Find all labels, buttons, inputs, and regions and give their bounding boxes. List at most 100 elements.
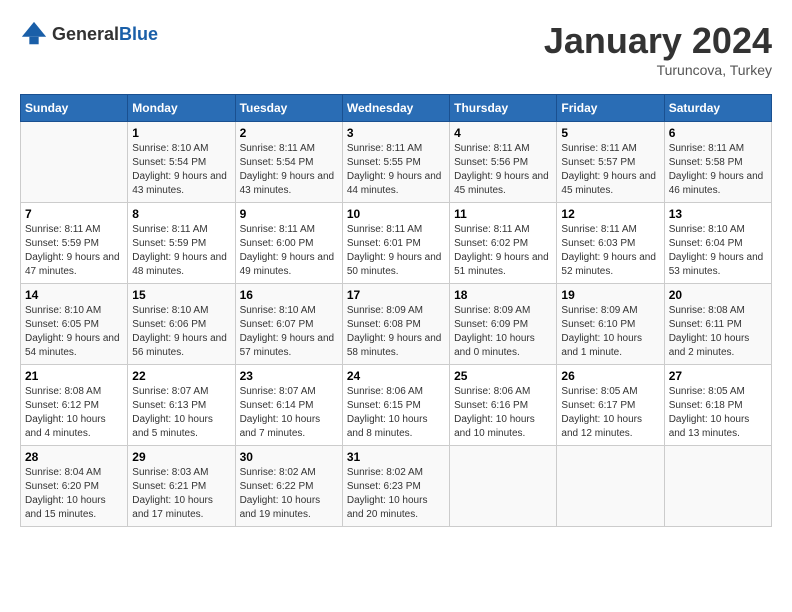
day-info: Sunrise: 8:10 AM Sunset: 6:07 PM Dayligh… <box>240 304 338 360</box>
day-info: Sunrise: 8:11 AM Sunset: 5:58 PM Dayligh… <box>669 142 767 198</box>
day-number: 24 <box>347 369 445 383</box>
month-title: January 2024 <box>544 20 772 62</box>
weekday-header-saturday: Saturday <box>664 95 771 122</box>
day-info: Sunrise: 8:10 AM Sunset: 6:06 PM Dayligh… <box>132 304 230 360</box>
day-number: 10 <box>347 207 445 221</box>
day-number: 19 <box>561 288 659 302</box>
day-info: Sunrise: 8:11 AM Sunset: 5:59 PM Dayligh… <box>25 223 123 279</box>
calendar-cell: 1Sunrise: 8:10 AM Sunset: 5:54 PM Daylig… <box>128 122 235 203</box>
logo-icon <box>20 20 48 48</box>
day-number: 7 <box>25 207 123 221</box>
calendar-cell: 30Sunrise: 8:02 AM Sunset: 6:22 PM Dayli… <box>235 446 342 527</box>
calendar-cell: 24 Sunrise: 8:06 AM Sunset: 6:15 PM Dayli… <box>342 365 449 446</box>
logo-text: GeneralBlue <box>52 24 158 45</box>
day-number: 6 <box>669 126 767 140</box>
calendar-cell: 23Sunrise: 8:07 AM Sunset: 6:14 PM Dayli… <box>235 365 342 446</box>
day-info: Sunrise: 8:11 AM Sunset: 6:00 PM Dayligh… <box>240 223 338 279</box>
calendar-week-row: 28 Sunrise: 8:04 AM Sunset: 6:20 PM Dayli… <box>21 446 772 527</box>
day-number: 12 <box>561 207 659 221</box>
day-number: 20 <box>669 288 767 302</box>
day-number: 4 <box>454 126 552 140</box>
day-number: 17 <box>347 288 445 302</box>
weekday-header-thursday: Thursday <box>450 95 557 122</box>
day-info: Sunrise: 8:04 AM Sunset: 6:20 PM Dayligh… <box>25 466 123 522</box>
calendar-cell: 7 Sunrise: 8:11 AM Sunset: 5:59 PM Daylig… <box>21 203 128 284</box>
calendar-cell: 20 Sunrise: 8:08 AM Sunset: 6:11 PM Dayli… <box>664 284 771 365</box>
day-number: 1 <box>132 126 230 140</box>
day-number: 2 <box>240 126 338 140</box>
day-info: Sunrise: 8:06 AM Sunset: 6:16 PM Dayligh… <box>454 385 552 441</box>
calendar-cell: 14Sunrise: 8:10 AM Sunset: 6:05 PM Dayli… <box>21 284 128 365</box>
day-info: Sunrise: 8:09 AM Sunset: 6:10 PM Dayligh… <box>561 304 659 360</box>
calendar-cell: 2 Sunrise: 8:11 AM Sunset: 5:54 PM Daylig… <box>235 122 342 203</box>
calendar-cell: 31 Sunrise: 8:02 AM Sunset: 6:23 PM Dayli… <box>342 446 449 527</box>
calendar-cell: 22Sunrise: 8:07 AM Sunset: 6:13 PM Dayli… <box>128 365 235 446</box>
weekday-header-sunday: Sunday <box>21 95 128 122</box>
day-info: Sunrise: 8:11 AM Sunset: 5:56 PM Dayligh… <box>454 142 552 198</box>
day-number: 5 <box>561 126 659 140</box>
day-info: Sunrise: 8:10 AM Sunset: 6:05 PM Dayligh… <box>25 304 123 360</box>
day-number: 25 <box>454 369 552 383</box>
calendar-cell: 5 Sunrise: 8:11 AM Sunset: 5:57 PM Daylig… <box>557 122 664 203</box>
calendar-cell: 3 Sunrise: 8:11 AM Sunset: 5:55 PM Daylig… <box>342 122 449 203</box>
calendar-cell: 6 Sunrise: 8:11 AM Sunset: 5:58 PM Daylig… <box>664 122 771 203</box>
day-info: Sunrise: 8:08 AM Sunset: 6:11 PM Dayligh… <box>669 304 767 360</box>
calendar-cell: 21Sunrise: 8:08 AM Sunset: 6:12 PM Dayli… <box>21 365 128 446</box>
weekday-header-tuesday: Tuesday <box>235 95 342 122</box>
day-number: 27 <box>669 369 767 383</box>
day-number: 16 <box>240 288 338 302</box>
day-info: Sunrise: 8:09 AM Sunset: 6:09 PM Dayligh… <box>454 304 552 360</box>
calendar-cell: 16 Sunrise: 8:10 AM Sunset: 6:07 PM Dayli… <box>235 284 342 365</box>
calendar-cell: 28 Sunrise: 8:04 AM Sunset: 6:20 PM Dayli… <box>21 446 128 527</box>
day-number: 3 <box>347 126 445 140</box>
weekday-header-friday: Friday <box>557 95 664 122</box>
calendar-cell: 27 Sunrise: 8:05 AM Sunset: 6:18 PM Dayli… <box>664 365 771 446</box>
calendar-cell: 8Sunrise: 8:11 AM Sunset: 5:59 PM Daylig… <box>128 203 235 284</box>
calendar-week-row: 7 Sunrise: 8:11 AM Sunset: 5:59 PM Daylig… <box>21 203 772 284</box>
day-number: 9 <box>240 207 338 221</box>
calendar-table: SundayMondayTuesdayWednesdayThursdayFrid… <box>20 94 772 527</box>
calendar-cell: 18 Sunrise: 8:09 AM Sunset: 6:09 PM Dayli… <box>450 284 557 365</box>
calendar-cell: 19 Sunrise: 8:09 AM Sunset: 6:10 PM Dayli… <box>557 284 664 365</box>
calendar-cell: 10 Sunrise: 8:11 AM Sunset: 6:01 PM Dayli… <box>342 203 449 284</box>
page-header: GeneralBlue January 2024 Turuncova, Turk… <box>20 20 772 78</box>
day-info: Sunrise: 8:02 AM Sunset: 6:22 PM Dayligh… <box>240 466 338 522</box>
logo: GeneralBlue <box>20 20 158 48</box>
day-info: Sunrise: 8:08 AM Sunset: 6:12 PM Dayligh… <box>25 385 123 441</box>
day-info: Sunrise: 8:06 AM Sunset: 6:15 PM Dayligh… <box>347 385 445 441</box>
calendar-cell: 29Sunrise: 8:03 AM Sunset: 6:21 PM Dayli… <box>128 446 235 527</box>
calendar-cell <box>664 446 771 527</box>
day-number: 29 <box>132 450 230 464</box>
calendar-week-row: 1Sunrise: 8:10 AM Sunset: 5:54 PM Daylig… <box>21 122 772 203</box>
day-number: 28 <box>25 450 123 464</box>
weekday-header-row: SundayMondayTuesdayWednesdayThursdayFrid… <box>21 95 772 122</box>
title-block: January 2024 Turuncova, Turkey <box>544 20 772 78</box>
weekday-header-monday: Monday <box>128 95 235 122</box>
location: Turuncova, Turkey <box>544 62 772 78</box>
day-info: Sunrise: 8:11 AM Sunset: 5:59 PM Dayligh… <box>132 223 230 279</box>
day-info: Sunrise: 8:11 AM Sunset: 5:57 PM Dayligh… <box>561 142 659 198</box>
calendar-cell: 15 Sunrise: 8:10 AM Sunset: 6:06 PM Dayli… <box>128 284 235 365</box>
day-info: Sunrise: 8:05 AM Sunset: 6:17 PM Dayligh… <box>561 385 659 441</box>
day-number: 31 <box>347 450 445 464</box>
day-info: Sunrise: 8:05 AM Sunset: 6:18 PM Dayligh… <box>669 385 767 441</box>
day-info: Sunrise: 8:09 AM Sunset: 6:08 PM Dayligh… <box>347 304 445 360</box>
calendar-cell: 11Sunrise: 8:11 AM Sunset: 6:02 PM Dayli… <box>450 203 557 284</box>
calendar-cell: 9 Sunrise: 8:11 AM Sunset: 6:00 PM Daylig… <box>235 203 342 284</box>
day-info: Sunrise: 8:11 AM Sunset: 5:54 PM Dayligh… <box>240 142 338 198</box>
calendar-week-row: 14Sunrise: 8:10 AM Sunset: 6:05 PM Dayli… <box>21 284 772 365</box>
day-number: 15 <box>132 288 230 302</box>
day-number: 18 <box>454 288 552 302</box>
calendar-cell: 12Sunrise: 8:11 AM Sunset: 6:03 PM Dayli… <box>557 203 664 284</box>
day-number: 22 <box>132 369 230 383</box>
day-info: Sunrise: 8:11 AM Sunset: 5:55 PM Dayligh… <box>347 142 445 198</box>
day-info: Sunrise: 8:02 AM Sunset: 6:23 PM Dayligh… <box>347 466 445 522</box>
logo-blue: Blue <box>119 24 158 44</box>
day-info: Sunrise: 8:11 AM Sunset: 6:02 PM Dayligh… <box>454 223 552 279</box>
calendar-cell <box>450 446 557 527</box>
calendar-cell: 25 Sunrise: 8:06 AM Sunset: 6:16 PM Dayli… <box>450 365 557 446</box>
calendar-cell: 17 Sunrise: 8:09 AM Sunset: 6:08 PM Dayli… <box>342 284 449 365</box>
calendar-cell: 13Sunrise: 8:10 AM Sunset: 6:04 PM Dayli… <box>664 203 771 284</box>
day-number: 13 <box>669 207 767 221</box>
day-info: Sunrise: 8:11 AM Sunset: 6:01 PM Dayligh… <box>347 223 445 279</box>
